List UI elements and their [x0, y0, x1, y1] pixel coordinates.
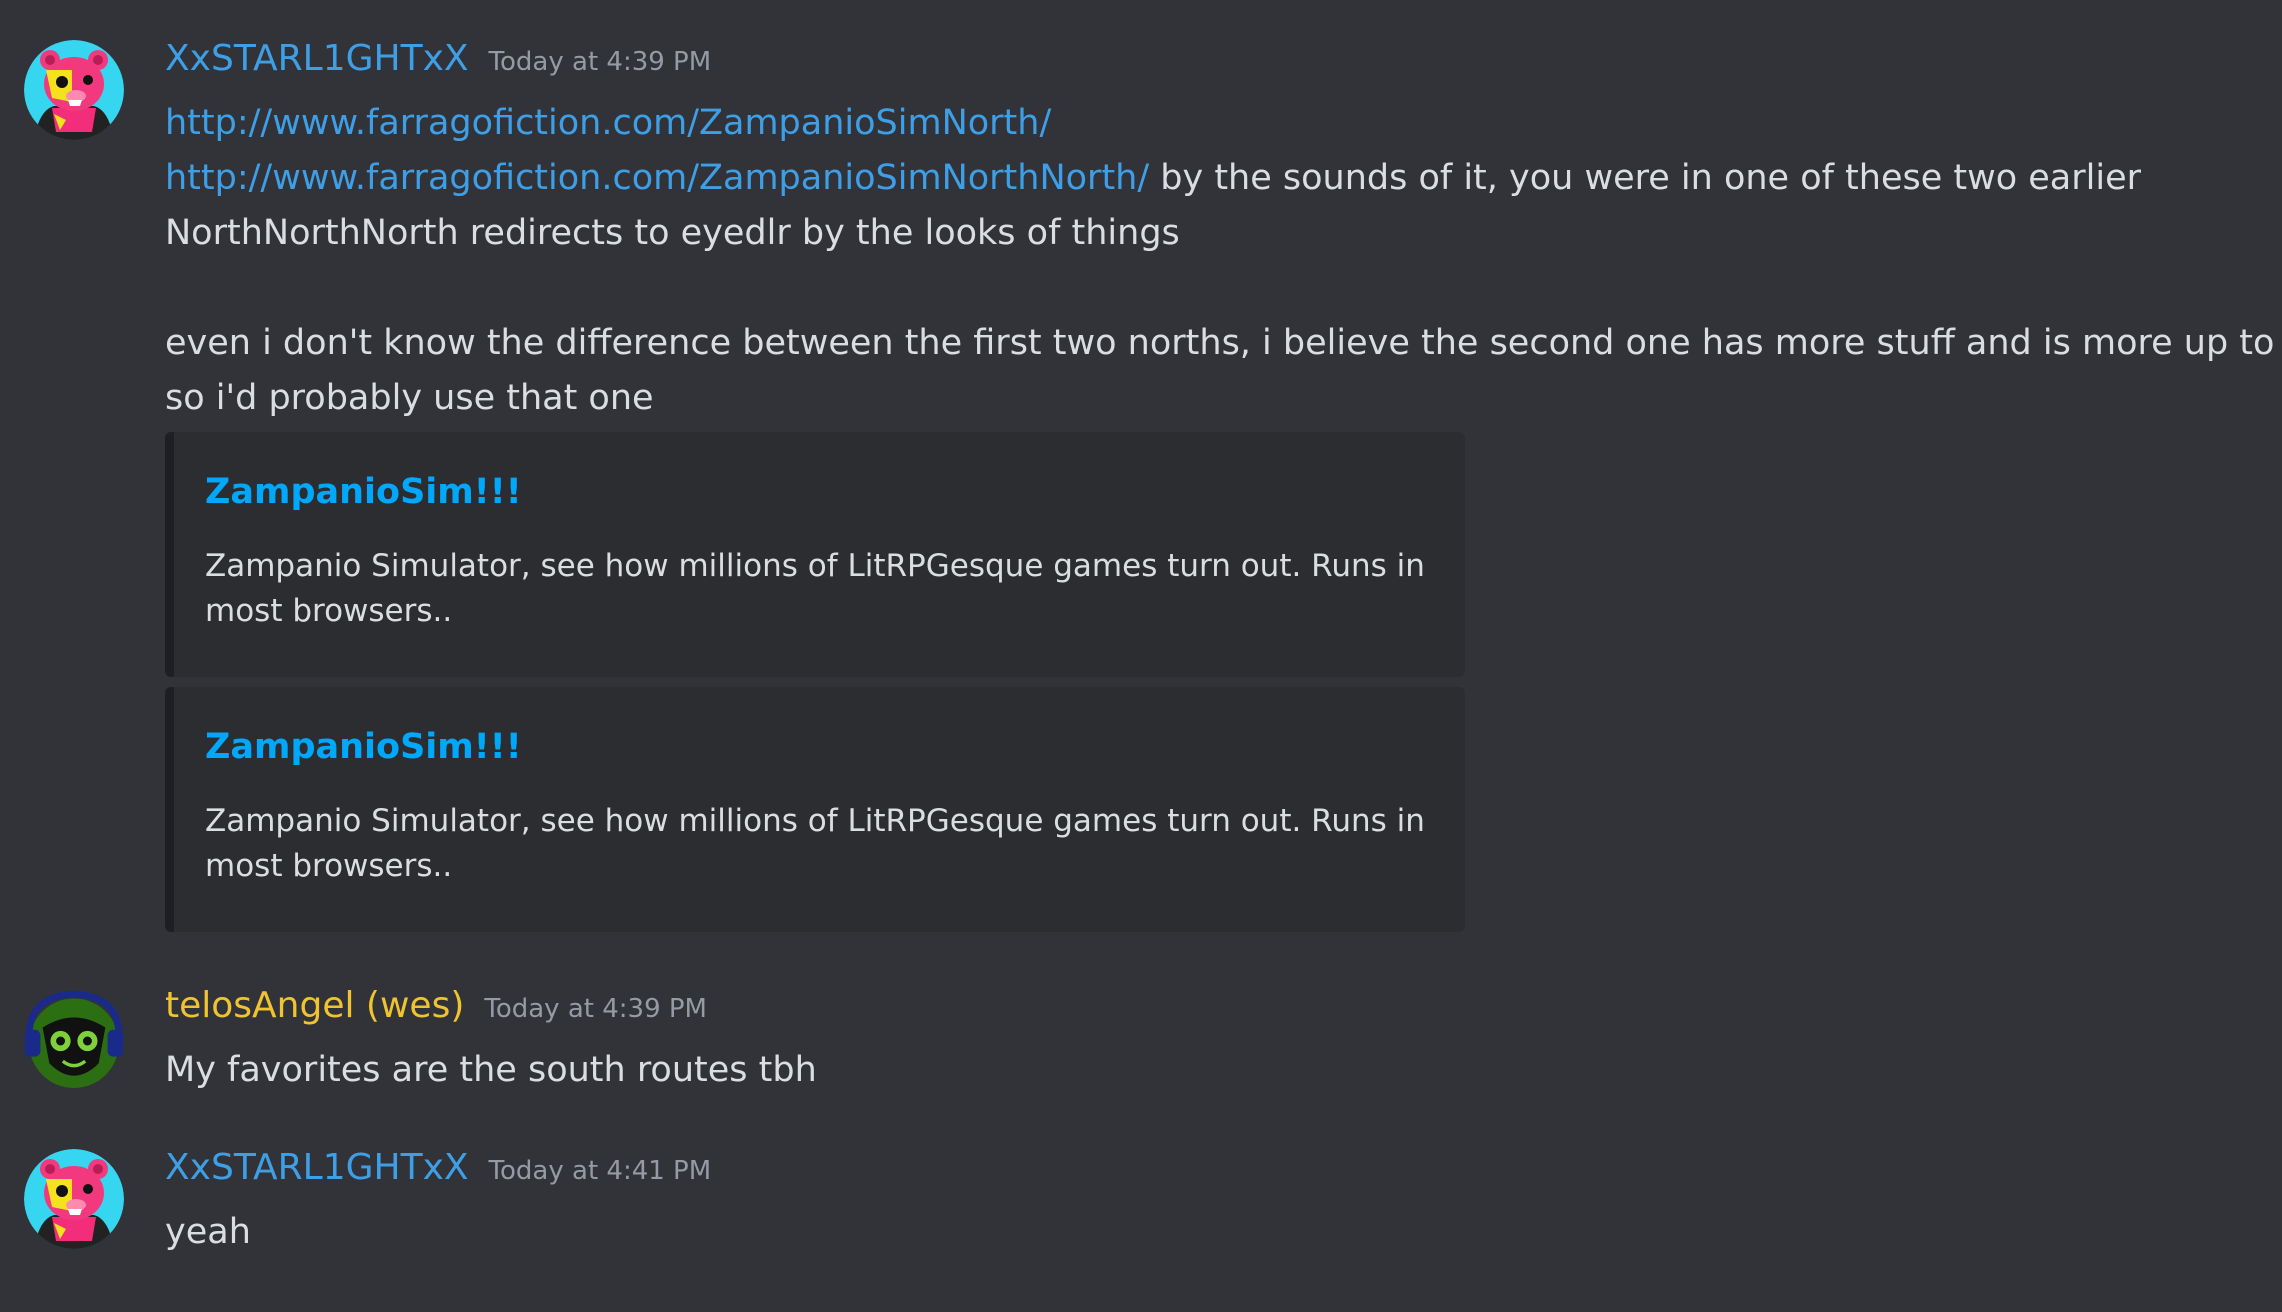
username[interactable]: XxSTARL1GHTxX	[165, 1147, 469, 1188]
message-text: My favorites are the south routes tbh	[165, 1050, 817, 1090]
embed-title[interactable]: ZampanioSim!!!	[205, 727, 522, 767]
message-text: yeah	[165, 1212, 251, 1252]
username[interactable]: telosAngel (wes)	[165, 985, 464, 1026]
message-text: NorthNorthNorth redirects to eyedlr by t…	[165, 213, 1180, 253]
message-line: http://www.farragofiction.com/ZampanioSi…	[165, 151, 2282, 206]
timestamp[interactable]: Today at 4:39 PM	[489, 47, 712, 77]
green-mask-avatar-icon	[18, 985, 130, 1097]
message-text: even i don't know the difference between…	[165, 323, 2282, 363]
message-content: telosAngel (wes) Today at 4:39 PM My fav…	[165, 985, 2282, 1098]
embed-description: Zampanio Simulator, see how millions of …	[205, 803, 1425, 884]
pink-bear-avatar-icon	[24, 40, 124, 140]
link[interactable]: http://www.farragofiction.com/ZampanioSi…	[165, 103, 1051, 143]
message-header: XxSTARL1GHTxX Today at 4:41 PM	[165, 1147, 2282, 1205]
timestamp[interactable]: Today at 4:41 PM	[489, 1156, 712, 1186]
username[interactable]: XxSTARL1GHTxX	[165, 38, 469, 79]
chat-messages: XxSTARL1GHTxX Today at 4:39 PM http://ww…	[0, 0, 2282, 1312]
message-content: XxSTARL1GHTxX Today at 4:39 PM http://ww…	[165, 38, 2282, 932]
message-header: XxSTARL1GHTxX Today at 4:39 PM	[165, 38, 2282, 96]
timestamp[interactable]: Today at 4:39 PM	[484, 994, 707, 1024]
message-text: so i'd probably use that one	[165, 378, 654, 418]
message-text: by the sounds of it, you were in one of …	[1149, 158, 2142, 198]
message-line: http://www.farragofiction.com/ZampanioSi…	[165, 96, 2282, 151]
avatar[interactable]	[18, 985, 130, 1097]
embed-description: Zampanio Simulator, see how millions of …	[205, 548, 1425, 629]
avatar[interactable]	[24, 1149, 124, 1249]
embed-title[interactable]: ZampanioSim!!!	[205, 472, 522, 512]
message-content: XxSTARL1GHTxX Today at 4:41 PM yeah	[165, 1147, 2282, 1260]
message-header: telosAngel (wes) Today at 4:39 PM	[165, 985, 2282, 1043]
pink-bear-avatar-icon	[24, 1149, 124, 1249]
avatar[interactable]	[24, 40, 124, 140]
link[interactable]: http://www.farragofiction.com/ZampanioSi…	[165, 158, 1149, 198]
link-embed: ZampanioSim!!! Zampanio Simulator, see h…	[165, 432, 1465, 677]
link-embed: ZampanioSim!!! Zampanio Simulator, see h…	[165, 687, 1465, 932]
